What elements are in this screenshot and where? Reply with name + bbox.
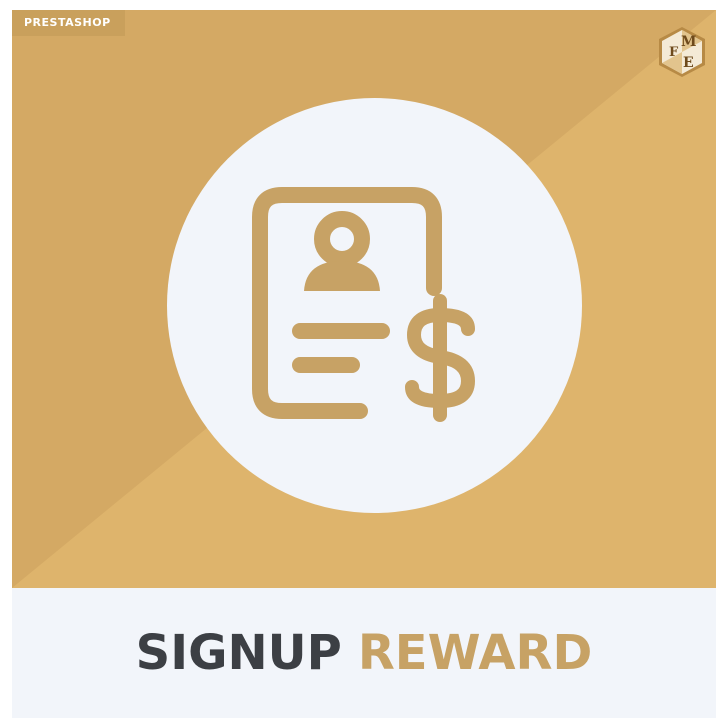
dollar-icon <box>405 294 475 422</box>
signup-reward-icon <box>252 187 475 422</box>
product-image: PRESTASHOP F M E SIGNUP REWARD <box>0 0 724 727</box>
logo-letter-m: M <box>681 34 697 50</box>
logo-letter-e: E <box>683 55 694 71</box>
fme-logo: F M E <box>659 27 705 77</box>
prestashop-badge: PRESTASHOP <box>12 10 125 36</box>
person-body <box>304 261 380 291</box>
banner: PRESTASHOP F M E <box>12 10 716 588</box>
icon-circle <box>167 98 582 513</box>
title-word-reward: REWARD <box>357 625 593 681</box>
product-title: SIGNUP REWARD <box>12 588 716 718</box>
title-panel: SIGNUP REWARD <box>12 588 716 718</box>
person-head <box>314 211 370 267</box>
title-word-signup: SIGNUP <box>135 625 342 681</box>
logo-letter-f: F <box>669 45 679 60</box>
